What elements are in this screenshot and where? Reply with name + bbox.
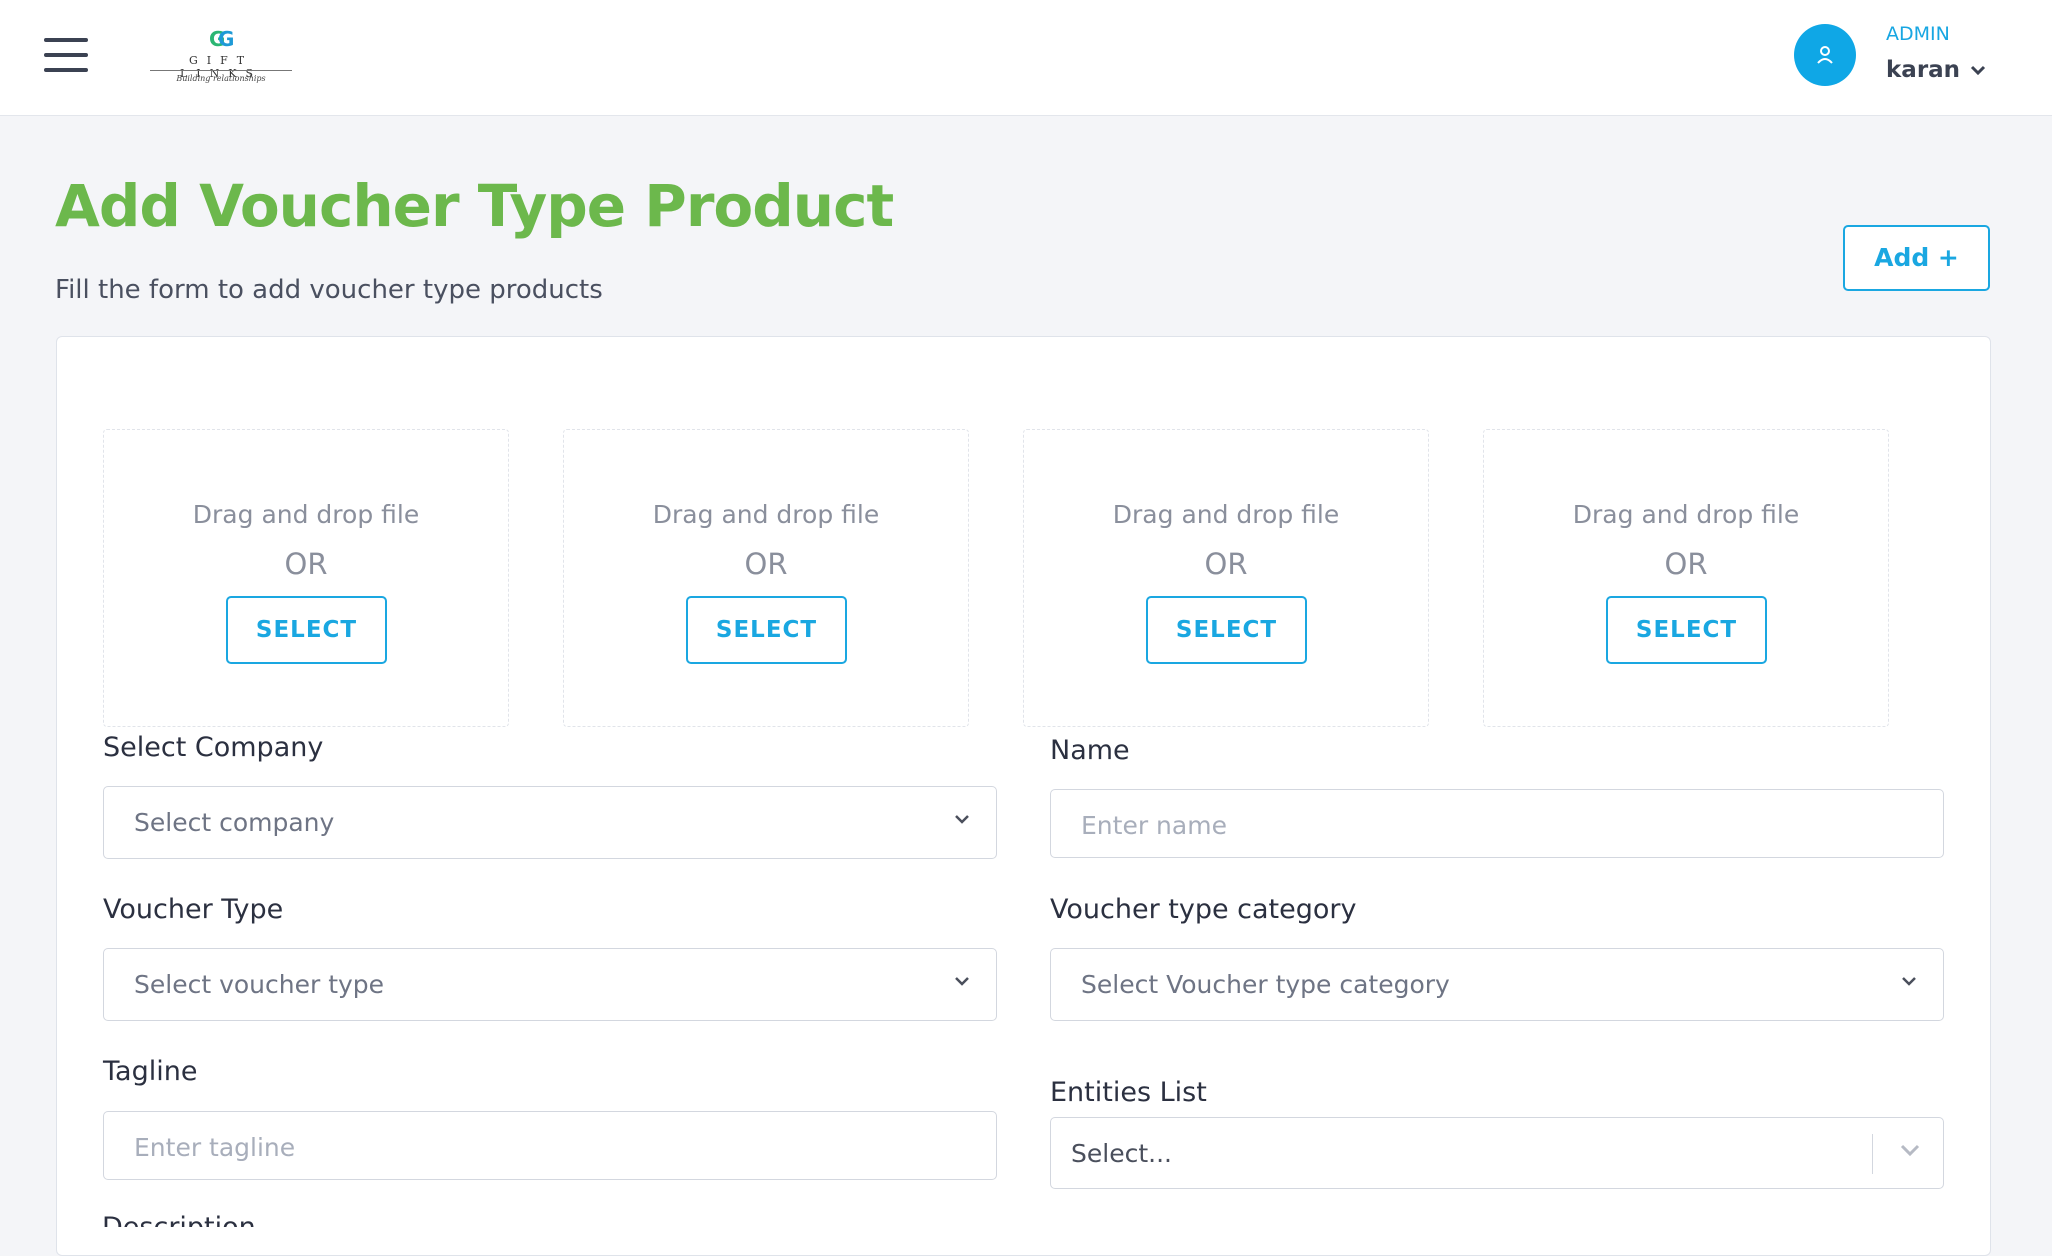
select-file-button[interactable]: SELECT: [226, 596, 387, 664]
avatar[interactable]: [1794, 24, 1856, 86]
user-name: karan: [1886, 57, 1961, 83]
name-label: Name: [1050, 735, 1130, 766]
chevron-down-icon[interactable]: [1899, 1143, 1921, 1157]
company-label: Select Company: [103, 732, 324, 763]
user-menu[interactable]: karan: [1886, 57, 1986, 83]
drag-drop-text: Drag and drop file: [1572, 500, 1800, 529]
select-file-button[interactable]: SELECT: [1606, 596, 1767, 664]
file-drop-zone[interactable]: Drag and drop file OR SELECT: [563, 429, 969, 727]
entities-select[interactable]: Select...: [1050, 1117, 1944, 1189]
or-text: OR: [744, 547, 788, 581]
description-label: Description: [102, 1213, 256, 1227]
entities-label: Entities List: [1050, 1077, 1207, 1108]
or-text: OR: [284, 547, 328, 581]
user-icon: [1817, 46, 1833, 64]
tagline-input[interactable]: Enter tagline: [103, 1111, 997, 1180]
file-drop-zone[interactable]: Drag and drop file OR SELECT: [103, 429, 509, 727]
voucher-category-label: Voucher type category: [1050, 894, 1357, 925]
company-select-value: Select company: [134, 808, 335, 837]
voucher-type-select[interactable]: Select voucher type: [103, 948, 997, 1021]
logo-mark-icon: G G: [209, 27, 234, 51]
top-bar: G G GIFT LINKS Building relationships AD…: [0, 0, 2052, 116]
tagline-input-placeholder: Enter tagline: [134, 1133, 296, 1162]
or-text: OR: [1204, 547, 1248, 581]
page-title: Add Voucher Type Product: [55, 172, 894, 240]
drag-drop-text: Drag and drop file: [1112, 500, 1340, 529]
page-subtitle: Fill the form to add voucher type produc…: [55, 275, 603, 305]
chevron-down-icon: [955, 977, 969, 986]
chevron-down-icon: [955, 815, 969, 824]
company-select[interactable]: Select company: [103, 786, 997, 859]
tagline-label: Tagline: [103, 1056, 198, 1087]
logo-tagline: Building relationships: [176, 74, 266, 83]
name-input-placeholder: Enter name: [1081, 811, 1227, 840]
user-role: ADMIN: [1886, 23, 1950, 45]
file-drop-zone[interactable]: Drag and drop file OR SELECT: [1023, 429, 1429, 727]
hamburger-menu-icon[interactable]: [44, 38, 88, 72]
gift-links-logo[interactable]: G G GIFT LINKS Building relationships: [148, 24, 294, 90]
voucher-category-select-value: Select Voucher type category: [1081, 970, 1450, 999]
chevron-down-icon: [1902, 977, 1916, 986]
select-file-button[interactable]: SELECT: [1146, 596, 1307, 664]
or-text: OR: [1664, 547, 1708, 581]
drag-drop-text: Drag and drop file: [652, 500, 880, 529]
entities-select-value: Select...: [1071, 1139, 1172, 1168]
select-file-button[interactable]: SELECT: [686, 596, 847, 664]
file-drop-zone[interactable]: Drag and drop file OR SELECT: [1483, 429, 1889, 727]
svg-text:G: G: [218, 27, 234, 51]
select-divider: [1871, 1134, 1873, 1174]
add-button[interactable]: Add +: [1843, 225, 1990, 291]
voucher-type-select-value: Select voucher type: [134, 970, 385, 999]
voucher-category-select[interactable]: Select Voucher type category: [1050, 948, 1944, 1021]
chevron-down-icon: [1971, 65, 1986, 75]
voucher-type-label: Voucher Type: [103, 894, 284, 925]
drag-drop-text: Drag and drop file: [192, 500, 420, 529]
name-input[interactable]: Enter name: [1050, 789, 1944, 858]
logo-divider: [150, 70, 292, 71]
